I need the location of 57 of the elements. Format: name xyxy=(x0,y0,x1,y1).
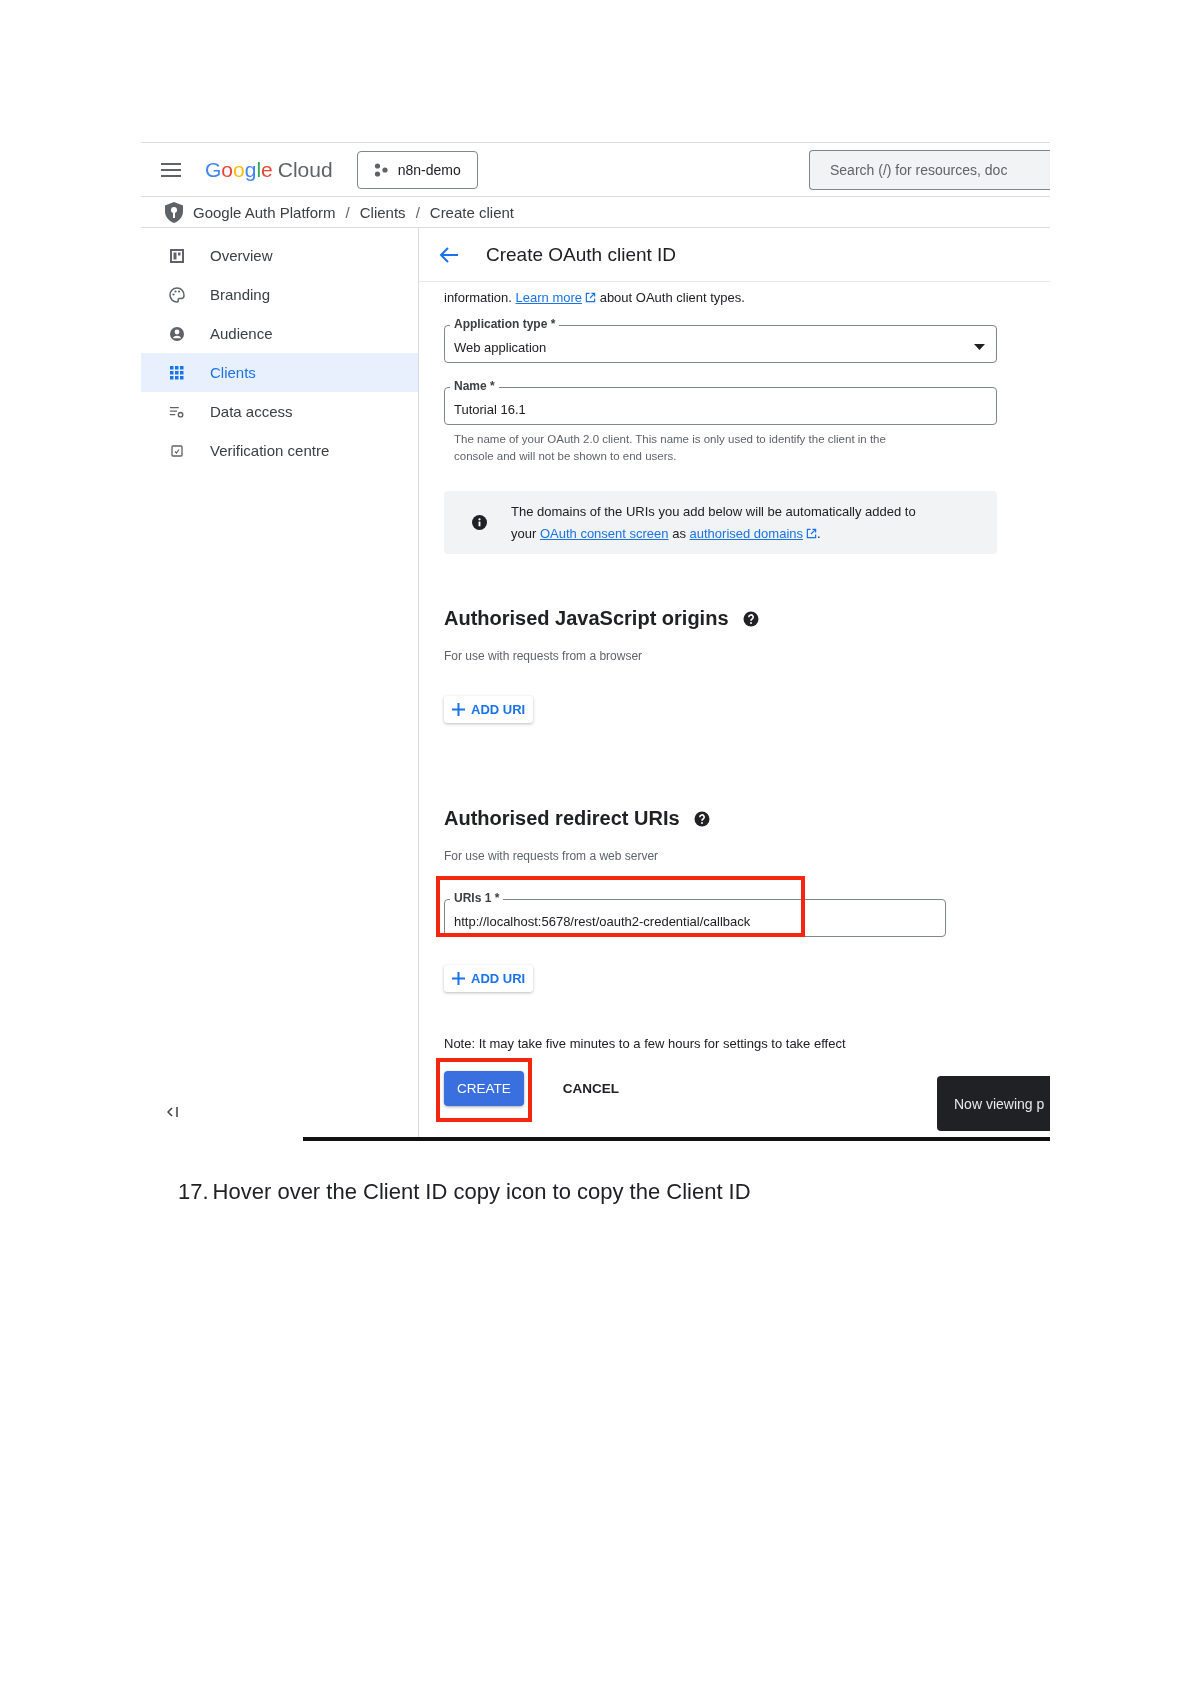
uri-input[interactable]: URIs 1 * http://localhost:5678/rest/oauth2-credential/callback xyxy=(444,891,946,937)
help-icon[interactable] xyxy=(693,810,710,827)
field-label: Name * xyxy=(450,379,499,393)
note-text: Note: It may take five minutes to a few hours for settings to take effect xyxy=(444,1035,847,1053)
info-text: The domains of the URIs you add below will be automatically added to your OAuth consent screen as authorised domains . xyxy=(511,502,917,543)
sidebar-item[interactable]: Verification centre xyxy=(141,431,418,470)
sidebar-item[interactable]: Branding xyxy=(141,275,418,314)
help-icon[interactable] xyxy=(742,610,759,627)
add-uri-button[interactable]: ADD URI xyxy=(444,965,534,992)
add-uri-button[interactable]: ADD URI xyxy=(444,696,534,723)
person-icon xyxy=(169,325,185,342)
cancel-button[interactable]: CANCEL xyxy=(549,1071,632,1106)
application-type-select[interactable]: Application type * Web application xyxy=(444,317,997,363)
project-picker[interactable]: n8n-demo xyxy=(356,150,478,189)
sidebar-item[interactable]: Data access xyxy=(141,392,418,431)
back-arrow-icon[interactable] xyxy=(439,246,458,263)
plus-icon xyxy=(452,703,465,716)
dashboard-icon xyxy=(170,248,184,263)
section-heading: Authorised JavaScript origins xyxy=(444,607,729,630)
learn-more-link[interactable]: Learn more xyxy=(515,290,597,305)
nodes-icon xyxy=(373,162,388,177)
consent-screen-link[interactable]: OAuth consent screen xyxy=(539,525,669,541)
create-button[interactable]: CREATE xyxy=(444,1071,524,1106)
page-title: Create OAuth client ID xyxy=(486,243,677,266)
external-link-icon xyxy=(585,292,597,303)
toast: Now viewing p xyxy=(937,1076,1050,1131)
plus-icon xyxy=(452,972,465,985)
menu-icon[interactable] xyxy=(161,162,181,177)
section-subtext: For use with requests from a web server xyxy=(444,849,660,863)
section-heading: Authorised redirect URIs xyxy=(444,807,680,830)
breadcrumb-link[interactable]: Clients xyxy=(359,203,406,221)
palette-icon xyxy=(169,286,185,303)
sidebar-item[interactable]: Overview xyxy=(141,236,418,275)
info-icon xyxy=(472,515,487,530)
breadcrumb-link[interactable]: Create client xyxy=(429,203,514,221)
section-subtext: For use with requests from a browser xyxy=(444,649,644,663)
help-text: The name of your OAuth 2.0 client. This name is only used to identify the client in the console and will not be shown to end users. xyxy=(454,432,887,464)
breadcrumb-separator: / xyxy=(415,203,420,221)
shield-key-icon xyxy=(165,201,183,223)
breadcrumb-link[interactable]: Google Auth Platform xyxy=(193,203,336,221)
checkbox-icon xyxy=(171,444,183,457)
step-text: 17. Hover over the Client ID copy icon to copy the Client ID xyxy=(178,1179,752,1205)
external-link-icon xyxy=(806,527,817,539)
dropdown-caret-icon xyxy=(974,344,985,350)
sidebar-item[interactable]: Audience xyxy=(141,314,418,353)
logo[interactable]: Google Cloud xyxy=(205,157,333,182)
list-settings-icon xyxy=(169,404,185,419)
search-field[interactable]: Search (/) for resources, doc xyxy=(809,149,1050,190)
field-label: URIs 1 * xyxy=(450,891,504,905)
authorised-domains-link[interactable]: authorised domains xyxy=(689,525,817,541)
intro-text: information. Learn more about OAuth client types. xyxy=(444,289,746,307)
sidebar-item[interactable]: Clients xyxy=(141,353,418,392)
collapse-sidebar-icon[interactable] xyxy=(167,1107,179,1117)
breadcrumb-separator: / xyxy=(345,203,350,221)
name-input[interactable]: Name * Tutorial 16.1 xyxy=(444,379,997,425)
grid-icon xyxy=(170,365,184,380)
field-label: Application type * xyxy=(450,317,560,331)
